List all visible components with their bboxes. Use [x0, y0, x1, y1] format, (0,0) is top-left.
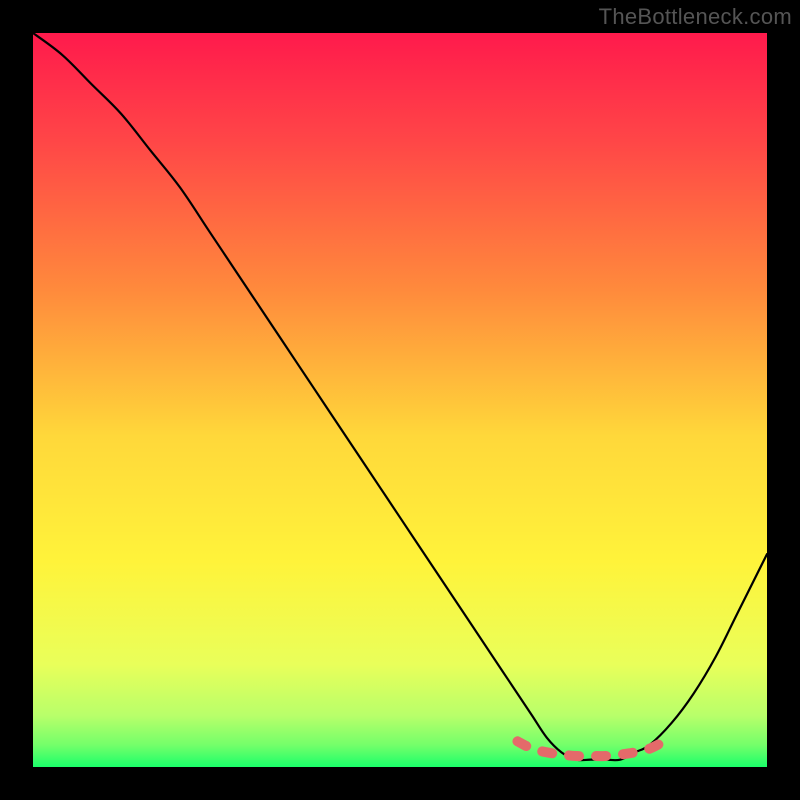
plot-area: [33, 33, 767, 767]
chart-svg: [33, 33, 767, 767]
chart-frame: TheBottleneck.com: [0, 0, 800, 800]
watermark-text: TheBottleneck.com: [599, 4, 792, 30]
gradient-background: [33, 33, 767, 767]
